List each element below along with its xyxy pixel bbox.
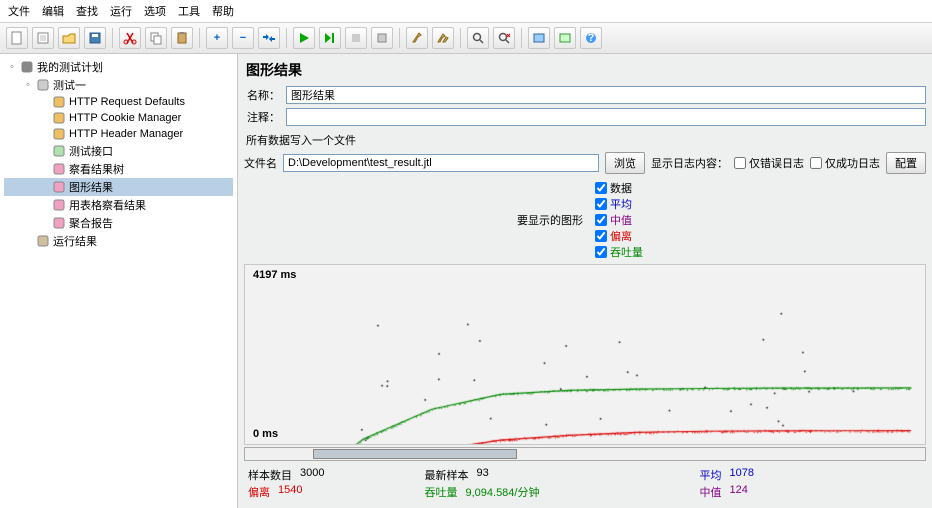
http-icon	[52, 95, 66, 109]
tree-node[interactable]: ◦ 我的测试计划	[4, 58, 233, 76]
listener-icon	[52, 162, 66, 176]
toggle-button[interactable]	[258, 27, 280, 49]
filename-input[interactable]	[283, 154, 599, 172]
shutdown-button[interactable]	[371, 27, 393, 49]
tree-label: 用表格察看结果	[69, 197, 146, 213]
clear-all-button[interactable]	[432, 27, 454, 49]
browse-button[interactable]: 浏览	[605, 152, 645, 174]
comment-input[interactable]	[286, 108, 926, 126]
success-only-checkbox[interactable]: 仅成功日志	[810, 155, 880, 171]
menu-运行[interactable]: 运行	[110, 3, 132, 19]
run-button[interactable]	[293, 27, 315, 49]
stats-footer: 样本数目3000 偏离1540 最新样本93 吞吐量9,094.584/分钟 平…	[244, 465, 926, 502]
separator	[199, 28, 200, 48]
tree-label: 察看结果树	[69, 161, 124, 177]
listener-icon	[52, 216, 66, 230]
cut-button[interactable]	[119, 27, 141, 49]
menu-文件[interactable]: 文件	[8, 3, 30, 19]
name-input[interactable]	[286, 86, 926, 104]
tree-label: 聚合报告	[69, 215, 113, 231]
expand-button[interactable]: +	[206, 27, 228, 49]
legend-数据[interactable]: 数据	[595, 180, 643, 196]
separator	[399, 28, 400, 48]
help-button[interactable]: ?	[580, 27, 602, 49]
tree-node[interactable]: 图形结果	[4, 178, 233, 196]
tree-label: 我的测试计划	[37, 59, 103, 75]
filename-label: 文件名	[244, 155, 277, 171]
separator	[460, 28, 461, 48]
paste-button[interactable]	[171, 27, 193, 49]
test-plan-tree[interactable]: ◦ 我的测试计划 ◦ 测试一 HTTP Request Defaults HTTP Coo…	[0, 54, 238, 508]
search-reset-button[interactable]	[493, 27, 515, 49]
errors-only-checkbox[interactable]: 仅错误日志	[734, 155, 804, 171]
templates-button[interactable]	[32, 27, 54, 49]
tree-label: 测试一	[53, 77, 86, 93]
http-icon	[52, 127, 66, 141]
menu-查找[interactable]: 查找	[76, 3, 98, 19]
graph-area: 4197 ms 0 ms	[244, 264, 926, 445]
tree-label: HTTP Request Defaults	[69, 96, 185, 108]
tree-label: 图形结果	[69, 179, 113, 195]
tree-node[interactable]: HTTP Request Defaults	[4, 94, 233, 110]
panel-title: 图形结果	[244, 60, 926, 80]
svg-text:?: ?	[588, 32, 595, 44]
separator	[521, 28, 522, 48]
toolbar: + − ?	[0, 23, 932, 54]
flask-icon	[20, 60, 34, 74]
copy-button[interactable]	[145, 27, 167, 49]
horizontal-scrollbar[interactable]	[244, 447, 926, 461]
fn-button-2[interactable]	[554, 27, 576, 49]
separator	[112, 28, 113, 48]
workbench-icon	[36, 234, 50, 248]
tree-node[interactable]: 用表格察看结果	[4, 196, 233, 214]
legend-吞吐量[interactable]: 吞吐量	[595, 244, 643, 260]
stop-button[interactable]	[345, 27, 367, 49]
tree-label: 测试接口	[69, 143, 113, 159]
legend-title: 要显示的图形	[517, 212, 583, 228]
tree-node[interactable]: 运行结果	[4, 232, 233, 250]
sampler-icon	[52, 144, 66, 158]
separator	[286, 28, 287, 48]
listener-icon	[52, 180, 66, 194]
collapse-button[interactable]: −	[232, 27, 254, 49]
name-label: 名称：	[244, 87, 280, 103]
tree-node[interactable]: 聚合报告	[4, 214, 233, 232]
tree-node[interactable]: 测试接口	[4, 142, 233, 160]
legend-中值[interactable]: 中值	[595, 212, 643, 228]
menu-选项[interactable]: 选项	[144, 3, 166, 19]
tree-label: HTTP Cookie Manager	[69, 112, 181, 124]
tree-label: 运行结果	[53, 233, 97, 249]
fn-button-1[interactable]	[528, 27, 550, 49]
tree-label: HTTP Header Manager	[69, 128, 183, 140]
search-button[interactable]	[467, 27, 489, 49]
http-icon	[52, 111, 66, 125]
thread-icon	[36, 78, 50, 92]
tree-node[interactable]: HTTP Cookie Manager	[4, 110, 233, 126]
save-button[interactable]	[84, 27, 106, 49]
legend-偏离[interactable]: 偏离	[595, 228, 643, 244]
new-button[interactable]	[6, 27, 28, 49]
file-note: 所有数据写入一个文件	[244, 132, 926, 148]
log-label: 显示日志内容：	[651, 155, 728, 171]
run-nopause-button[interactable]	[319, 27, 341, 49]
clear-button[interactable]	[406, 27, 428, 49]
legend-row: 要显示的图形 数据平均中值偏离吞吐量	[244, 180, 926, 260]
tree-toggle-icon[interactable]: ◦	[23, 79, 33, 91]
menu-编辑[interactable]: 编辑	[42, 3, 64, 19]
legend-平均[interactable]: 平均	[595, 196, 643, 212]
tree-node[interactable]: ◦ 测试一	[4, 76, 233, 94]
tree-node[interactable]: 察看结果树	[4, 160, 233, 178]
content-panel: 图形结果 名称： 注释： 所有数据写入一个文件 文件名 浏览 显示日志内容： 仅…	[238, 54, 932, 508]
open-button[interactable]	[58, 27, 80, 49]
tree-node[interactable]: HTTP Header Manager	[4, 126, 233, 142]
menu-工具[interactable]: 工具	[178, 3, 200, 19]
tree-toggle-icon[interactable]: ◦	[7, 61, 17, 73]
menu-帮助[interactable]: 帮助	[212, 3, 234, 19]
configure-button[interactable]: 配置	[886, 152, 926, 174]
menu-bar: 文件编辑查找运行选项工具帮助	[0, 0, 932, 23]
comment-label: 注释：	[244, 109, 280, 125]
listener-icon	[52, 198, 66, 212]
